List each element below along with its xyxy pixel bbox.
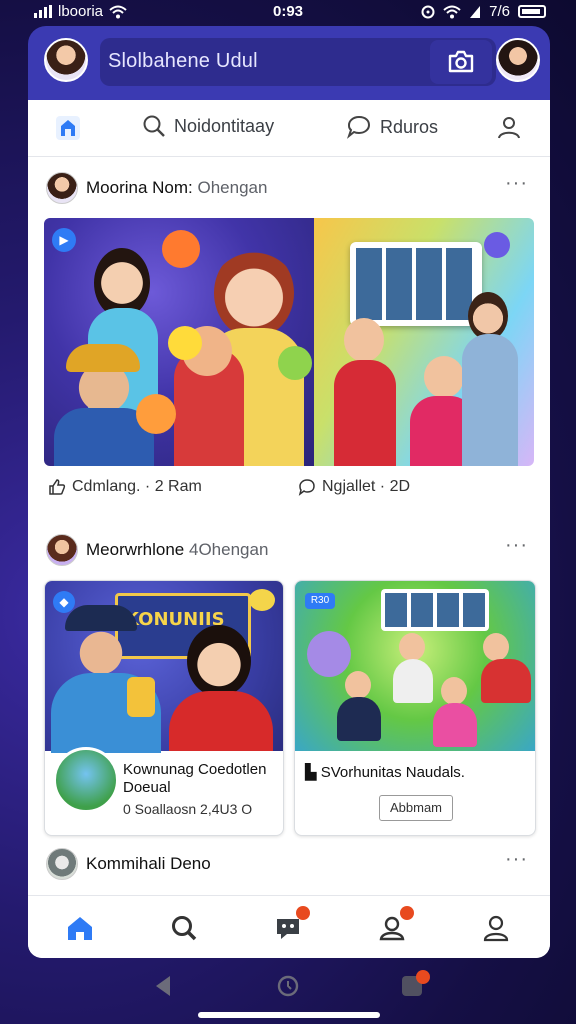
feed: Noidontitaay Rduros Moorina Nom: Ohengan…	[28, 100, 550, 958]
friend-avatar[interactable]	[496, 38, 540, 82]
chat-bubble-icon	[346, 115, 371, 139]
home-indicator[interactable]	[198, 1012, 380, 1018]
card-thumbnail	[53, 747, 119, 813]
search-icon	[172, 916, 197, 941]
recents-icon[interactable]	[402, 970, 430, 996]
wifi-icon	[443, 5, 461, 18]
card-title-text: SVorhunitas Naudals.	[320, 764, 465, 781]
bottom-nav	[28, 895, 550, 958]
author-avatar[interactable]	[46, 172, 78, 204]
person-icon	[483, 915, 509, 942]
nav-home[interactable]	[62, 910, 98, 946]
post-header: Kommihali Deno ···	[28, 844, 550, 884]
card-title: Kownunag Coedotlen Doeual	[123, 761, 266, 797]
notification-badge	[296, 906, 310, 920]
alarm-icon	[421, 5, 435, 18]
card-title-line1: Kownunag Coedotlen	[123, 761, 267, 778]
home-icon	[68, 917, 92, 940]
card-action-button[interactable]: Abbmam	[379, 795, 453, 821]
post-image[interactable]: ▶	[44, 218, 534, 466]
back-icon[interactable]	[152, 974, 174, 998]
battery-icon	[518, 5, 546, 18]
status-right-label: 7/6	[489, 3, 510, 20]
post-header: Moorina Nom: Ohengan ···	[28, 168, 550, 208]
nav-messages[interactable]	[270, 906, 310, 946]
top-nav: Noidontitaay Rduros	[28, 100, 550, 157]
tab-profile[interactable]	[496, 114, 522, 140]
author-avatar[interactable]	[46, 848, 78, 880]
shared-card[interactable]: KONUNIIS ◆ Kownunag Coedotlen Doeual 0 S…	[44, 580, 284, 836]
tab-chat-label: Rduros	[380, 116, 439, 137]
search-text: Slolbahene Udul	[108, 50, 258, 72]
post-actions: Cdmlang. · 2 Ram Ngjallet · 2D	[48, 478, 528, 508]
card-image: R30	[295, 581, 535, 751]
home-icon	[56, 116, 80, 140]
author-name[interactable]: Kommihali Deno	[86, 854, 211, 874]
author-avatar[interactable]	[46, 534, 78, 566]
card-title: ▙ SVorhunitas Naudals.	[305, 763, 465, 781]
nav-search[interactable]	[166, 910, 202, 946]
card-image: KONUNIIS ◆	[45, 581, 283, 753]
comment-label: Ngjallet · 2D	[322, 478, 411, 495]
more-options-button[interactable]: ···	[505, 172, 528, 195]
author-name: Moorina Nom:	[86, 178, 193, 197]
like-button[interactable]: Cdmlang. · 2 Ram	[48, 478, 202, 496]
comment-icon	[298, 479, 315, 496]
camera-button[interactable]	[430, 40, 492, 84]
notification-badge	[416, 970, 430, 984]
author-line[interactable]: Meorwrhlone 4Ohengan	[86, 540, 268, 560]
card-title-line2: Doeual	[123, 779, 171, 796]
tab-search[interactable]: Noidontitaay	[142, 114, 274, 138]
author-sub: Ohengan	[192, 178, 268, 197]
nav-notifications[interactable]	[374, 906, 414, 946]
search-input[interactable]: Slolbahene Udul	[100, 38, 496, 86]
more-options-button[interactable]: ···	[505, 534, 528, 557]
post-header: Meorwrhlone 4Ohengan ···	[28, 530, 550, 570]
home-circle-icon[interactable]	[276, 974, 300, 998]
nav-profile[interactable]	[478, 910, 514, 946]
notification-badge	[400, 906, 414, 920]
more-options-button[interactable]: ···	[505, 848, 528, 871]
author-sub: 4Ohengan	[184, 540, 269, 559]
card-meta: 0 Soallaosn 2,4U3 O	[123, 801, 253, 817]
author-line[interactable]: Moorina Nom: Ohengan	[86, 178, 267, 198]
author-name: Meorwrhlone	[86, 540, 185, 559]
camera-icon	[448, 50, 474, 73]
tab-home[interactable]	[54, 114, 82, 142]
comment-button[interactable]: Ngjallet · 2D	[298, 478, 410, 496]
image-left-panel: ▶	[44, 218, 314, 466]
card-tag: R30	[305, 593, 335, 609]
thumbs-up-icon	[49, 479, 66, 495]
tab-chat[interactable]: Rduros	[346, 114, 438, 140]
cellular-icon	[470, 5, 481, 18]
app-header: Slolbahene Udul	[28, 26, 550, 100]
status-bar: lbooria 0:93 7/6	[0, 0, 576, 26]
shield-icon: ◆	[53, 591, 75, 613]
profile-avatar[interactable]	[44, 38, 88, 82]
image-right-panel	[314, 218, 534, 466]
tab-search-label: Noidontitaay	[174, 115, 275, 136]
like-label: Cdmlang. · 2 Ram	[72, 478, 202, 495]
search-icon	[143, 115, 165, 137]
bookmark-icon: ▙	[305, 764, 321, 781]
shared-card[interactable]: R30 ▙ SVorhunitas Naudals. Abbmam	[294, 580, 536, 836]
video-badge-icon: ▶	[52, 228, 76, 252]
person-icon	[498, 117, 520, 139]
